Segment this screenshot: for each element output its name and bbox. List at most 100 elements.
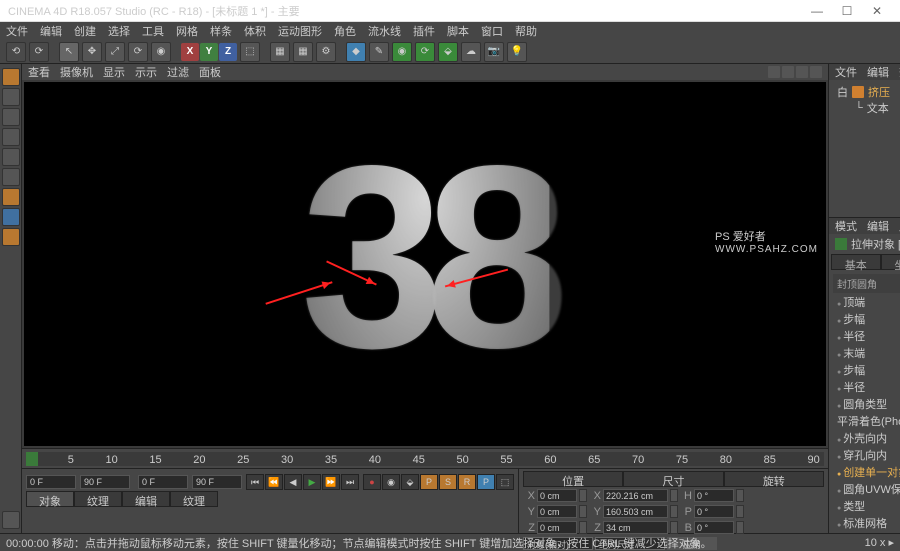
extra-mode[interactable] xyxy=(2,511,20,529)
redo-button[interactable]: ⟳ xyxy=(29,42,49,62)
vp-view[interactable]: 查看 xyxy=(28,64,50,80)
vp-rotate-icon[interactable] xyxy=(810,66,822,78)
object-tree[interactable]: 白 挤压 ✓ └ 文本 xyxy=(829,80,900,120)
tab-edit[interactable]: 编辑 xyxy=(122,491,170,507)
texture-mode[interactable] xyxy=(2,88,20,106)
timeline-ruler[interactable]: 0 5 10 15 20 25 30 35 40 45 50 55 60 65 … xyxy=(26,452,824,466)
vp-nav-icon[interactable] xyxy=(768,66,780,78)
uv-mode[interactable] xyxy=(2,208,20,226)
vp-display[interactable]: 显示 xyxy=(103,64,125,80)
rot-b[interactable] xyxy=(694,521,734,534)
point-mode[interactable] xyxy=(2,128,20,146)
menu-spline[interactable]: 样条 xyxy=(210,23,232,39)
tree-item-text[interactable]: └ 文本 xyxy=(837,100,900,116)
pos-x[interactable] xyxy=(537,489,577,502)
step-back[interactable]: ⏪ xyxy=(265,474,283,490)
keyframe-sel[interactable]: ⬙ xyxy=(401,474,419,490)
vp-options[interactable]: 示示 xyxy=(135,64,157,80)
tl-cur[interactable] xyxy=(138,475,188,489)
menu-select[interactable]: 选择 xyxy=(108,23,130,39)
size-x[interactable] xyxy=(603,489,668,502)
menu-pipeline[interactable]: 流水线 xyxy=(368,23,401,39)
pos-z[interactable] xyxy=(537,521,577,534)
vp-zoom-icon[interactable] xyxy=(796,66,808,78)
close-button[interactable]: ✕ xyxy=(862,1,892,21)
rot-p[interactable] xyxy=(694,505,734,518)
spline-primitive[interactable]: ✎ xyxy=(369,42,389,62)
goto-start[interactable]: ⏮ xyxy=(246,474,264,490)
x-axis-toggle[interactable]: X xyxy=(181,43,199,61)
vp-filter[interactable]: 过滤 xyxy=(167,64,189,80)
scale-tool[interactable]: ⤢ xyxy=(105,42,125,62)
key-pos[interactable]: P xyxy=(420,474,438,490)
tab-basic[interactable]: 基本 xyxy=(831,254,881,270)
move-tool[interactable]: ✥ xyxy=(82,42,102,62)
menu-edit[interactable]: 编辑 xyxy=(40,23,62,39)
menu-volume[interactable]: 体积 xyxy=(244,23,266,39)
y-axis-toggle[interactable]: Y xyxy=(200,43,218,61)
render-view[interactable]: ▦ xyxy=(270,42,290,62)
tree-item-white[interactable]: 白 挤压 ✓ xyxy=(837,84,900,100)
om-edit[interactable]: 编辑 xyxy=(867,64,889,80)
menu-mograph[interactable]: 运动图形 xyxy=(278,23,322,39)
key-pla[interactable]: ⬚ xyxy=(496,474,514,490)
render-pv[interactable]: ▦ xyxy=(293,42,313,62)
tl-end[interactable] xyxy=(80,475,130,489)
menu-create[interactable]: 创建 xyxy=(74,23,96,39)
key-scale[interactable]: S xyxy=(439,474,457,490)
coord-tab-pos[interactable]: 位置 xyxy=(523,471,623,487)
vp-panel[interactable]: 面板 xyxy=(199,64,221,80)
tab-object[interactable]: 对象 xyxy=(26,491,74,507)
autokey-button[interactable]: ◉ xyxy=(382,474,400,490)
coord-tab-rot[interactable]: 旋转 xyxy=(724,471,824,487)
record-button[interactable]: ● xyxy=(363,474,381,490)
step-forward[interactable]: ⏩ xyxy=(322,474,340,490)
rot-h[interactable] xyxy=(694,489,734,502)
size-y[interactable] xyxy=(603,505,668,518)
viewport[interactable]: 38 PS 爱好者 WWW.PSAHZ.COM xyxy=(24,82,826,446)
timeline[interactable]: 0 5 10 15 20 25 30 35 40 45 50 55 60 65 … xyxy=(22,448,828,468)
playhead[interactable] xyxy=(26,452,38,466)
vp-camera[interactable]: 摄像机 xyxy=(60,64,93,80)
coord-tab-size[interactable]: 尺寸 xyxy=(623,471,723,487)
rotate-tool[interactable]: ⟳ xyxy=(128,42,148,62)
menu-script[interactable]: 脚本 xyxy=(447,23,469,39)
menu-mesh[interactable]: 网格 xyxy=(176,23,198,39)
key-param[interactable]: P xyxy=(477,474,495,490)
axis-mode[interactable] xyxy=(2,188,20,206)
render-settings[interactable]: ⚙ xyxy=(316,42,336,62)
size-z[interactable] xyxy=(603,521,668,534)
om-file[interactable]: 文件 xyxy=(835,64,857,80)
model-mode[interactable] xyxy=(2,68,20,86)
menu-character[interactable]: 角色 xyxy=(334,23,356,39)
edge-mode[interactable] xyxy=(2,148,20,166)
coord-system[interactable]: ⬚ xyxy=(240,42,260,62)
menu-tools[interactable]: 工具 xyxy=(142,23,164,39)
play-back[interactable]: ◀ xyxy=(284,474,302,490)
menu-help[interactable]: 帮助 xyxy=(515,23,537,39)
deformer[interactable]: ⬙ xyxy=(438,42,458,62)
workplane-mode[interactable] xyxy=(2,108,20,126)
play-forward[interactable]: ▶ xyxy=(303,474,321,490)
tab-texture2[interactable]: 纹理 xyxy=(170,491,218,507)
snap-icon[interactable] xyxy=(2,228,20,246)
menu-plugins[interactable]: 插件 xyxy=(413,23,435,39)
last-tool[interactable]: ◉ xyxy=(151,42,171,62)
undo-button[interactable]: ⟲ xyxy=(6,42,26,62)
attr-edit[interactable]: 编辑 xyxy=(867,218,889,234)
generator2[interactable]: ⟳ xyxy=(415,42,435,62)
select-tool[interactable]: ↖ xyxy=(59,42,79,62)
goto-end[interactable]: ⏭ xyxy=(341,474,359,490)
generator[interactable]: ◉ xyxy=(392,42,412,62)
key-rot[interactable]: R xyxy=(458,474,476,490)
tl-start[interactable] xyxy=(26,475,76,489)
poly-mode[interactable] xyxy=(2,168,20,186)
minimize-button[interactable]: — xyxy=(802,1,832,21)
environment[interactable]: ☁ xyxy=(461,42,481,62)
tab-coord[interactable]: 坐标 xyxy=(881,254,900,270)
light-icon[interactable]: 💡 xyxy=(507,42,527,62)
menu-window[interactable]: 窗口 xyxy=(481,23,503,39)
pos-y[interactable] xyxy=(537,505,577,518)
camera-icon[interactable]: 📷 xyxy=(484,42,504,62)
menu-file[interactable]: 文件 xyxy=(6,23,28,39)
